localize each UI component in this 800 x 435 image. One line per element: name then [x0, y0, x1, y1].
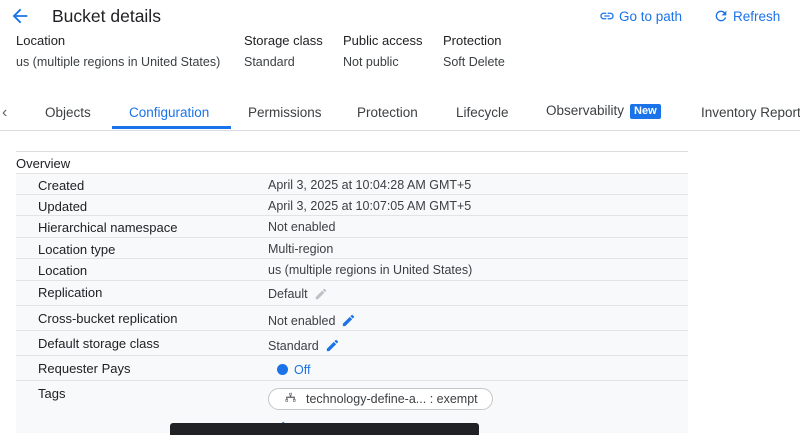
row-key: Tags: [38, 386, 66, 401]
row-value: us (multiple regions in United States): [268, 263, 473, 277]
table-row: Created April 3, 2025 at 10:04:28 AM GMT…: [16, 173, 688, 195]
summary-key: Location: [16, 33, 66, 48]
summary-value: us (multiple regions in United States): [16, 55, 221, 69]
row-key: Location type: [38, 242, 116, 257]
requester-pays-value: Off: [294, 363, 311, 377]
table-row: Replication Default: [16, 280, 688, 306]
table-row: Location type Multi-region: [16, 237, 688, 259]
summary-value: Not public: [343, 55, 399, 69]
row-value: Standard: [268, 338, 340, 353]
summary-storage-class: Storage class Standard: [244, 34, 323, 70]
row-value: Not enabled: [268, 220, 336, 234]
edit-disabled-icon: [315, 288, 326, 300]
tab-observability-label: Observability: [546, 103, 625, 118]
new-badge: New: [630, 104, 661, 119]
go-to-path-button[interactable]: Go to path: [599, 8, 682, 24]
row-key: Default storage class: [38, 336, 160, 351]
tag-chip[interactable]: technology-define-a... : exempt: [268, 388, 493, 410]
row-key: Location: [38, 263, 88, 278]
summary-key: Protection: [443, 33, 502, 48]
summary-public-access: Public access Not public: [343, 34, 422, 70]
active-tab-indicator: [112, 126, 231, 129]
summary-key: Public access: [343, 33, 423, 48]
table-row: Hierarchical namespace Not enabled: [16, 215, 688, 238]
table-row: Cross-bucket replication Not enabled: [16, 305, 688, 331]
refresh-button[interactable]: Refresh: [713, 8, 780, 24]
row-value: Default: [268, 287, 328, 301]
row-value: April 3, 2025 at 10:04:28 AM GMT+5: [268, 178, 472, 192]
table-row: Default storage class Standard: [16, 330, 688, 356]
page-title: Bucket details: [52, 6, 161, 26]
refresh-label: Refresh: [733, 9, 781, 24]
tag-value: technology-define-a... : exempt: [306, 392, 478, 406]
tab-objects[interactable]: Objects: [45, 96, 91, 129]
tab-bar: ‹ Objects Configuration Permissions Prot…: [0, 96, 800, 131]
tab-protection[interactable]: Protection: [357, 96, 418, 129]
link-icon: [600, 12, 614, 20]
summary-protection: Protection Soft Delete: [443, 34, 505, 70]
overview-heading: Overview: [16, 156, 71, 171]
tab-observability[interactable]: Observability New: [546, 94, 661, 127]
tab-inventory-reports[interactable]: Inventory Reports: [701, 96, 800, 129]
tab-permissions[interactable]: Permissions: [248, 96, 322, 129]
summary-location: Location us (multiple regions in United …: [16, 34, 220, 70]
tab-configuration[interactable]: Configuration: [129, 96, 209, 129]
overview-section-header: Overview: [16, 151, 688, 173]
summary-value: Standard: [244, 55, 295, 69]
tab-lifecycle[interactable]: Lifecycle: [456, 96, 509, 129]
row-key: Created: [38, 178, 85, 193]
table-row: Location us (multiple regions in United …: [16, 258, 688, 281]
replication-value: Default: [268, 287, 308, 301]
cross-bucket-replication-value: Not enabled: [268, 314, 336, 328]
refresh-icon: [715, 10, 727, 22]
bucket-summary: Location us (multiple regions in United …: [0, 34, 800, 78]
row-value: April 3, 2025 at 10:07:05 AM GMT+5: [268, 199, 472, 213]
back-arrow-icon[interactable]: [9, 5, 31, 27]
edit-cross-bucket-replication-icon[interactable]: [341, 313, 356, 328]
default-storage-class-value: Standard: [268, 339, 319, 353]
requester-pays-toggle[interactable]: Off: [277, 363, 310, 377]
row-value: Multi-region: [268, 242, 334, 256]
row-key: Cross-bucket replication: [38, 311, 178, 326]
row-key: Replication: [38, 285, 103, 300]
toggle-indicator: [277, 364, 288, 375]
chevron-left-icon[interactable]: ‹: [2, 104, 7, 122]
summary-key: Storage class: [244, 33, 323, 48]
row-key: Hierarchical namespace: [38, 220, 178, 235]
summary-value: Soft Delete: [443, 55, 505, 69]
row-key: Updated: [38, 199, 88, 214]
hierarchy-icon: [285, 392, 296, 402]
snackbar: [170, 423, 479, 435]
top-bar: Bucket details Go to path Refresh: [0, 0, 800, 34]
table-row: Requester Pays Off: [16, 355, 688, 381]
row-value: Not enabled: [268, 313, 356, 328]
table-row: Updated April 3, 2025 at 10:07:05 AM GMT…: [16, 194, 688, 216]
go-to-path-label: Go to path: [619, 9, 683, 24]
row-key: Requester Pays: [38, 361, 131, 376]
edit-storage-class-icon[interactable]: [325, 338, 340, 353]
